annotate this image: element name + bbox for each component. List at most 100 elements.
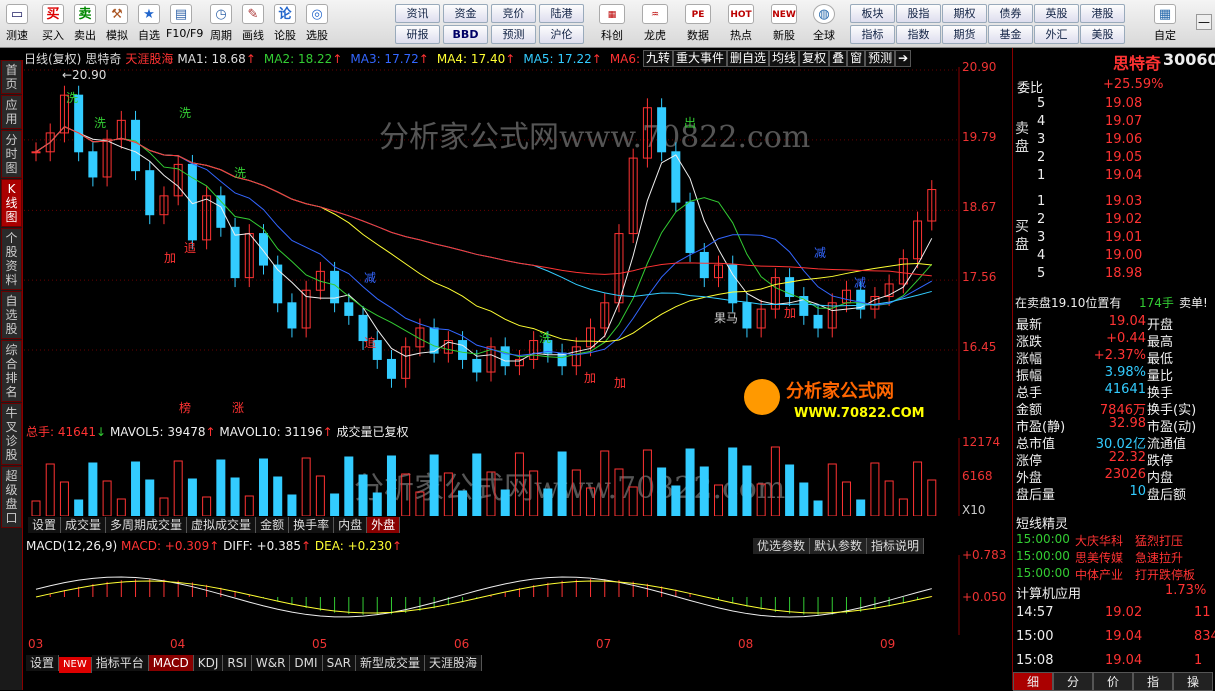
macd-chart[interactable] [24,555,960,635]
quick-button[interactable]: 研报 [395,25,440,44]
bottom-tab[interactable]: 操 [1173,672,1213,691]
nav-tab[interactable]: 牛 叉 诊 股 [1,403,22,465]
ma-value: MA2: 18.22↑ [263,52,343,66]
indicator-tab[interactable]: KDJ [193,655,224,671]
toolbar-pencil-button[interactable]: ✎ 画线 [238,2,268,46]
nav-tab[interactable]: 分 时 图 [1,130,22,178]
indicator-tab[interactable]: SAR [322,655,356,671]
market-button[interactable]: 股指 [896,4,941,23]
alert-row: 15:00:00 大庆华科 猛烈打压 [1016,532,1184,548]
nav-tab[interactable]: 超 级 盘 口 [1,466,22,528]
indicator-tab[interactable]: MACD [148,655,194,671]
macd-param-button[interactable]: 指标说明 [867,538,925,554]
volume-tab[interactable]: 设置 [28,517,62,533]
toolbar-button[interactable]: ♒ 龙虎 [637,2,673,46]
indicator-tabs: 设置 NEW 指标平台 MACD KDJ RSI W&R DMI SAR 新型成交量 天涯股海 [26,655,482,673]
chart-tab[interactable]: 九转 [643,50,674,67]
chart-tab[interactable]: 复权 [799,50,830,67]
nav-tab[interactable]: 应 用 [1,95,22,129]
alert-row: 15:00:00 中体产业 打开跌停板 [1016,566,1196,582]
volume-tab[interactable]: 多周期成交量 [106,517,188,533]
chart-tab[interactable]: 预测 [865,50,896,67]
volume-tab[interactable]: 外盘 [367,517,401,533]
custom-button[interactable]: ▦ 自定 [1147,2,1183,46]
chart-tab[interactable]: 均线 [769,50,800,67]
quick-button[interactable]: 沪伦 [539,25,584,44]
market-button[interactable]: 外汇 [1034,25,1079,44]
chart-tab[interactable]: 删自选 [727,50,770,67]
toolbar-button[interactable]: HOT 热点 [723,2,759,46]
quick-button[interactable]: 资讯 [395,4,440,23]
nav-tab[interactable]: 首 页 [1,60,22,94]
indicator-tab[interactable]: RSI [223,655,252,671]
market-button[interactable]: 港股 [1080,4,1125,23]
month-label: 09 [880,637,896,651]
ask-row: 3 19.06 [1037,132,1143,147]
indicator-tab[interactable]: 天涯股海 [424,655,482,671]
toolbar-chat-button[interactable]: 论论股 [270,2,300,46]
volume-bar [216,459,226,516]
nav-tab[interactable]: 自 选 股 [1,291,22,339]
watermark: 分析家公式网www.70822.com [379,120,810,155]
bottom-tab[interactable]: 分 [1053,672,1093,691]
stat-row: 外盘 23026 内盘 [1016,467,1174,486]
kline-chart[interactable]: 分析家公式网www.70822.com←20.90洗洗洗洗追追加加减洗加减加减果… [24,67,960,420]
quick-button[interactable]: 竞价 [491,4,536,23]
bottom-tab[interactable]: 细 [1013,672,1053,691]
market-button[interactable]: 英股 [1034,4,1079,23]
market-button[interactable]: 指标 [850,25,895,44]
chart-tab[interactable]: 重大事件 [673,50,728,67]
toolbar-document-button[interactable]: ▤ F10/F9 [166,2,203,46]
nav-tab[interactable]: K 线 图 [1,179,22,227]
toolbar-sell-button[interactable]: 卖卖出 [70,2,100,46]
market-button[interactable]: 指数 [896,25,941,44]
indicator-tab[interactable]: 新型成交量 [355,655,425,671]
toolbar-buy-button[interactable]: 买买入 [38,2,68,46]
volume-bar [59,481,69,516]
market-button[interactable]: 债券 [988,4,1033,23]
toolbar-hammer-button[interactable]: ⚒ 模拟 [102,2,132,46]
volume-tab[interactable]: 金额 [256,517,290,533]
arrow-right-icon[interactable]: ➔ [895,50,912,67]
indicator-tab[interactable]: W&R [251,655,291,671]
toolbar-button[interactable]: ▦ 科创 [594,2,630,46]
quick-button[interactable]: BBD [443,25,488,44]
volume-tab[interactable]: 内盘 [334,517,368,533]
bottom-tab[interactable]: 价 [1093,672,1133,691]
quick-button[interactable]: 资金 [443,4,488,23]
indicator-tab[interactable]: 设置 [26,655,60,671]
minimize-button[interactable]: — [1196,14,1212,30]
toolbar-clock-button[interactable]: ◷ 周期 [206,2,236,46]
chart-tab[interactable]: 窗 [847,50,866,67]
macd-param-button[interactable]: 优选参数 [753,538,811,554]
volume-tab[interactable]: 虚拟成交量 [187,517,257,533]
volume-tab[interactable]: 成交量 [61,517,107,533]
nav-tab[interactable]: 个 股 资 料 [1,228,22,290]
toolbar-button[interactable]: PE 数据 [680,2,716,46]
market-button[interactable]: 美股 [1080,25,1125,44]
toolbar-monitor-button[interactable]: ▭ 测速 [2,2,32,46]
market-button[interactable]: 基金 [988,25,1033,44]
indicator-tab[interactable]: NEW [59,657,92,673]
nav-tab[interactable]: 综 合 排 名 [1,340,22,402]
indicator-tab[interactable]: 指标平台 [91,655,149,671]
quick-button[interactable]: 预测 [491,25,536,44]
macd-param-button[interactable]: 默认参数 [810,538,868,554]
global-button[interactable]: ◍ 全球 [806,2,842,46]
volume-tab[interactable]: 换手率 [289,517,335,533]
toolbar-star-button[interactable]: ★ 自选 [134,2,164,46]
volume-chart[interactable]: 分析家公式网www.70822.com [24,438,960,516]
chart-tab[interactable]: 叠 [829,50,848,67]
toolbar-button[interactable]: NEW 新股 [766,2,802,46]
quick-button[interactable]: 陆港 [539,4,584,23]
macd-tick: +0.783 [962,548,1007,562]
market-button[interactable]: 期权 [942,4,987,23]
market-button[interactable]: 期货 [942,25,987,44]
volume-bar [372,492,382,516]
tick-row: 14:57 19.02 11 [1016,605,1211,620]
indicator-tab[interactable]: DMI [290,655,323,671]
toolbar-scan-button[interactable]: ◎ 选股 [302,2,332,46]
volume-bar [131,461,141,516]
bottom-tab[interactable]: 指 [1133,672,1173,691]
market-button[interactable]: 板块 [850,4,895,23]
